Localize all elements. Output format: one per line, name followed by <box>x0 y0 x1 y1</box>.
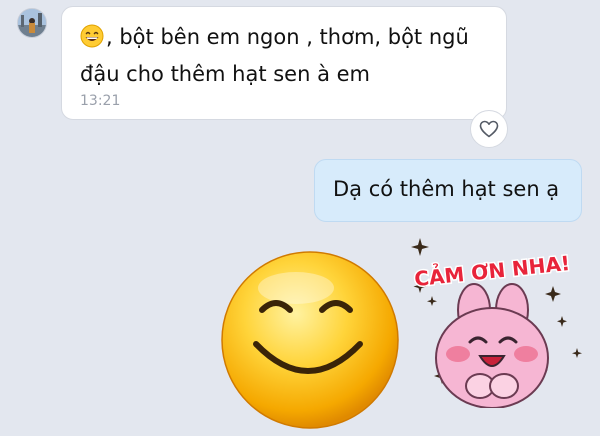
avatar-photo-icon <box>18 9 46 37</box>
message-timestamp: 13:21 <box>80 93 121 109</box>
incoming-message-text-block: , bột bên em ngon , thơm, bột ngũ đậu ch… <box>80 21 490 91</box>
avatar[interactable] <box>17 8 47 38</box>
grinning-face-icon <box>80 24 104 58</box>
pink-bunny-sticker-icon[interactable]: CẢM ƠN NHA! <box>392 230 592 409</box>
incoming-message-bubble[interactable]: , bột bên em ngon , thơm, bột ngũ đậu ch… <box>61 6 507 120</box>
outgoing-message-text: Dạ có thêm hạt sen ạ <box>333 177 560 201</box>
outgoing-message-bubble[interactable]: Dạ có thêm hạt sen ạ <box>314 159 582 222</box>
sticker-text: CẢM ƠN NHA! <box>413 250 571 291</box>
big-smiley-emoji-icon[interactable] <box>218 248 402 432</box>
react-heart-button[interactable] <box>470 110 508 148</box>
incoming-message-text: , bột bên em ngon , thơm, bột ngũ đậu ch… <box>80 25 469 86</box>
heart-outline-icon <box>479 120 499 138</box>
